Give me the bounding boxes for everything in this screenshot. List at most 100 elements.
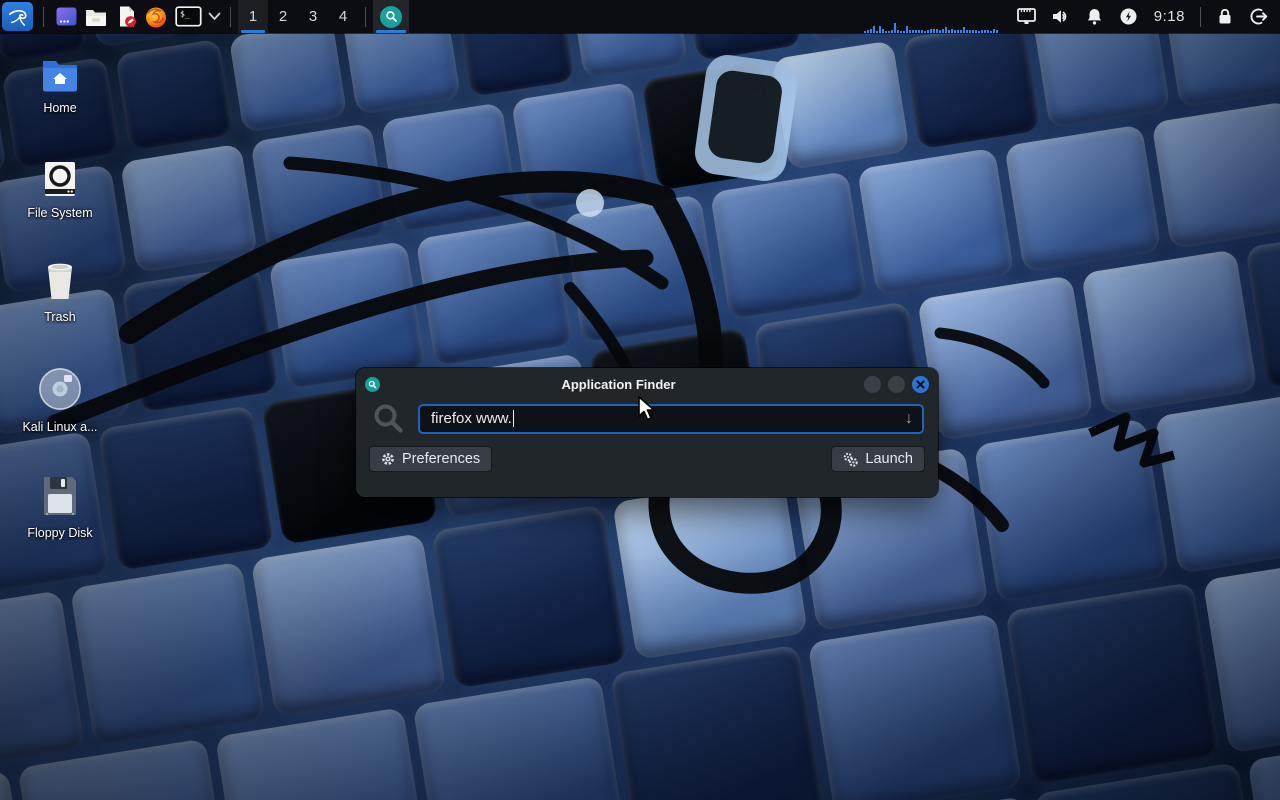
applications-menu-button[interactable]	[2, 2, 33, 31]
app-finder-window-icon	[365, 377, 380, 392]
launch-label: Launch	[865, 451, 913, 467]
netgraph-bar	[972, 30, 974, 34]
search-input[interactable]: firefox www. ↓	[418, 404, 924, 434]
desktop-icon-label: Floppy Disk	[27, 526, 92, 540]
close-button[interactable]	[912, 376, 929, 393]
netgraph-bar	[897, 30, 899, 33]
netgraph-bar	[954, 30, 956, 33]
workspace-button-3[interactable]: 3	[298, 0, 328, 33]
dialog-titlebar[interactable]: Application Finder	[356, 368, 938, 400]
netgraph-bar	[990, 31, 992, 33]
netgraph-bar	[951, 29, 953, 33]
netgraph-bar	[918, 30, 920, 33]
harddrive-icon	[40, 160, 80, 198]
panel-separator	[1200, 7, 1201, 27]
desktop-icon-file-system[interactable]: File System	[10, 160, 110, 220]
lock-icon	[1216, 7, 1234, 26]
launch-button[interactable]: Launch	[831, 446, 925, 472]
dialog-title: Application Finder	[380, 377, 857, 392]
file-manager-folder-icon	[84, 5, 108, 29]
large-search-icon	[372, 402, 405, 435]
workspace-label: 1	[249, 8, 257, 25]
log-out-button[interactable]	[1242, 0, 1276, 33]
netgraph-bar	[876, 31, 878, 34]
search-icon	[368, 380, 377, 389]
netgraph-bar	[966, 30, 968, 33]
network-tray-button[interactable]	[1010, 0, 1044, 33]
launcher-firefox[interactable]	[141, 2, 171, 31]
kali-desktop: $_ 1 2 3 4	[0, 0, 1280, 800]
netgraph-bar	[924, 31, 926, 33]
search-icon	[385, 10, 398, 23]
netgraph-bar	[927, 30, 929, 33]
ethernet-icon	[1016, 7, 1037, 26]
netgraph-bar	[960, 30, 962, 33]
desktop-icon-kali-cd[interactable]: Kali Linux a...	[10, 366, 110, 434]
netgraph-bar	[900, 31, 902, 34]
netgraph-bar	[867, 30, 869, 33]
volume-tray-button[interactable]	[1044, 0, 1078, 33]
desktop-icon-label: File System	[27, 206, 92, 220]
panel-separator	[43, 7, 44, 27]
launcher-terminal-emulator[interactable]	[51, 2, 81, 31]
launcher-text-editor[interactable]	[111, 2, 141, 31]
network-monitor-graph[interactable]	[862, 0, 1004, 33]
firefox-icon	[144, 5, 168, 29]
netgraph-bar	[945, 27, 947, 33]
desktop-icon-floppy-disk[interactable]: Floppy Disk	[10, 474, 110, 540]
preferences-button[interactable]: Preferences	[369, 446, 492, 472]
notifications-tray-button[interactable]	[1078, 0, 1112, 33]
kali-logo-icon	[7, 6, 29, 28]
workspace-label: 3	[309, 8, 317, 25]
netgraph-bar	[942, 29, 944, 33]
netgraph-bar	[906, 26, 908, 33]
netgraph-bar	[978, 31, 980, 33]
netgraph-bar	[993, 29, 995, 33]
netgraph-bar	[894, 23, 896, 33]
dialog-footer: Preferences Launch	[356, 435, 938, 472]
panel-tray: 9:18	[862, 0, 1280, 33]
workspace-button-2[interactable]: 2	[268, 0, 298, 33]
netgraph-bar	[936, 29, 938, 33]
desktop-icon-label: Kali Linux a...	[22, 420, 97, 434]
workspace-button-4[interactable]: 4	[328, 0, 358, 33]
netgraph-bar	[882, 29, 884, 33]
application-finder-window: Application Finder firefox www. ↓	[356, 368, 938, 497]
netgraph-bar	[921, 30, 923, 34]
launcher-terminal-black[interactable]: $_	[171, 2, 205, 31]
entry-dropdown-arrow-icon[interactable]: ↓	[905, 410, 913, 428]
active-workspace-indicator	[241, 30, 265, 33]
launcher-file-manager[interactable]	[81, 2, 111, 31]
power-bolt-icon	[1119, 7, 1138, 26]
terminal-dropdown-button[interactable]	[205, 2, 223, 31]
netgraph-bar	[888, 31, 890, 33]
netgraph-bar	[885, 31, 887, 33]
execute-gears-icon	[843, 452, 858, 467]
netgraph-bar	[879, 26, 881, 33]
power-manager-tray-button[interactable]	[1112, 0, 1146, 33]
application-finder-toggle[interactable]	[373, 0, 409, 33]
desktop-icon-label: Trash	[44, 310, 76, 324]
desktop-icon-home[interactable]: Home	[10, 57, 110, 115]
lock-screen-button[interactable]	[1208, 0, 1242, 33]
desktop-icon-trash[interactable]: Trash	[10, 260, 110, 324]
close-icon	[916, 380, 925, 389]
netgraph-bar	[912, 30, 914, 33]
netgraph-bar	[915, 30, 917, 33]
bell-icon	[1085, 7, 1104, 26]
search-row: firefox www. ↓	[356, 400, 938, 435]
terminal-purple-icon	[55, 5, 78, 28]
netgraph-bar	[891, 30, 893, 33]
netgraph-bar	[903, 31, 905, 33]
finder-teal-badge	[380, 6, 402, 28]
workspace-button-1[interactable]: 1	[238, 0, 268, 33]
home-folder-icon	[39, 57, 81, 93]
text-editor-icon	[115, 5, 138, 28]
netgraph-bar	[873, 26, 875, 33]
maximize-button[interactable]	[888, 376, 905, 393]
text-caret	[513, 410, 514, 427]
netgraph-bar	[948, 30, 950, 33]
netgraph-bar	[975, 30, 977, 33]
panel-clock[interactable]: 9:18	[1146, 8, 1193, 25]
minimize-button[interactable]	[864, 376, 881, 393]
